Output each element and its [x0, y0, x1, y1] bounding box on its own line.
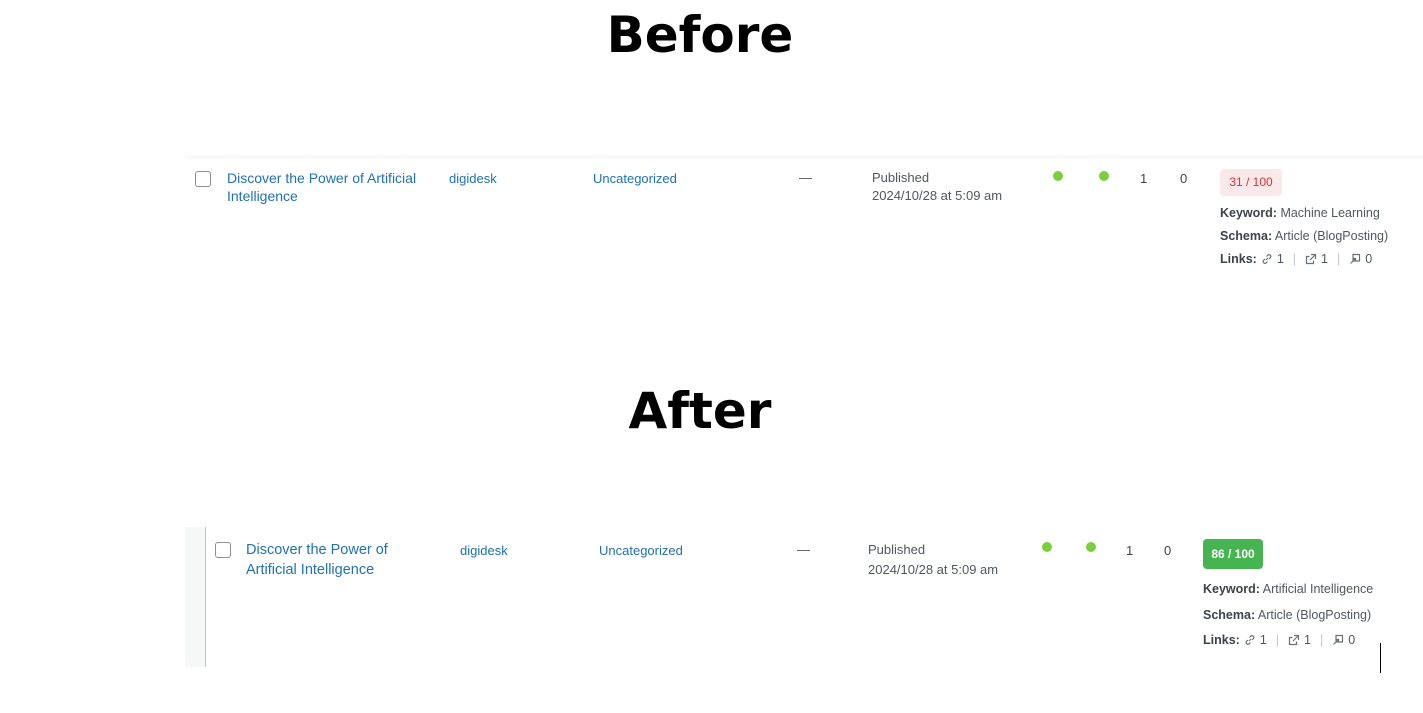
post-status: Published: [868, 542, 926, 557]
category-link[interactable]: Uncategorized: [593, 171, 677, 186]
before-heading: Before: [606, 6, 794, 64]
keyword-value: Machine Learning: [1280, 206, 1380, 220]
post-title-link[interactable]: Discover the Power of Artificial Intelli…: [246, 540, 441, 580]
tags-empty: —: [799, 170, 812, 185]
schema-label: Schema:: [1220, 229, 1273, 243]
separator: |: [1336, 252, 1341, 266]
seo-score-badge[interactable]: 31 / 100: [1220, 169, 1282, 196]
post-date: 2024/10/28 at 5:09 am: [872, 188, 1003, 203]
tags-empty: —: [797, 542, 810, 557]
readability-status-dot: [1086, 542, 1096, 552]
post-row-after: Discover the Power of Artificial Intelli…: [185, 527, 1423, 667]
external-link-icon: [1288, 634, 1300, 646]
post-status: Published: [872, 170, 930, 185]
separator: |: [1319, 633, 1324, 647]
author-link[interactable]: digidesk: [460, 543, 508, 558]
keyword-label: Keyword:: [1220, 206, 1277, 220]
seo-status-dot: [1042, 542, 1052, 552]
incoming-links-count: 0: [1348, 633, 1356, 647]
schema-info: Schema: Article (BlogPosting): [1220, 229, 1388, 243]
category-link[interactable]: Uncategorized: [599, 543, 683, 558]
internal-links-count: 1: [1276, 252, 1284, 266]
schema-info: Schema: Article (BlogPosting): [1203, 608, 1371, 622]
links-label: Links:: [1220, 252, 1257, 266]
separator: |: [1292, 252, 1297, 266]
date-column: Published 2024/10/28 at 5:09 am: [872, 169, 1002, 205]
keyword-label: Keyword:: [1203, 582, 1260, 596]
after-heading: After: [628, 382, 772, 440]
count-2: 0: [1164, 543, 1172, 558]
post-row-before: Discover the Power of Artificial Intelli…: [185, 155, 1423, 277]
incoming-link-icon: [1349, 253, 1361, 265]
focus-keyword: Keyword: Artificial Intelligence: [1203, 582, 1373, 596]
focus-keyword: Keyword: Machine Learning: [1220, 206, 1380, 220]
separator: |: [1275, 633, 1280, 647]
readability-status-dot: [1099, 171, 1109, 181]
row-checkbox[interactable]: [215, 542, 231, 558]
keyword-value: Artificial Intelligence: [1262, 582, 1374, 596]
date-column: Published 2024/10/28 at 5:09 am: [868, 540, 998, 580]
schema-value: Article (BlogPosting): [1257, 608, 1372, 622]
internal-links-count: 1: [1259, 633, 1267, 647]
incoming-link-icon: [1332, 634, 1344, 646]
schema-value: Article (BlogPosting): [1274, 229, 1389, 243]
external-links-count: 1: [1304, 633, 1311, 647]
incoming-links-count: 0: [1365, 252, 1373, 266]
external-link-icon: [1305, 253, 1317, 265]
external-links-count: 1: [1321, 252, 1328, 266]
seo-status-dot: [1053, 171, 1063, 181]
links-label: Links:: [1203, 633, 1240, 647]
links-info: Links: 1 | 1 | 0: [1203, 633, 1355, 647]
links-info: Links: 1 | 1 | 0: [1220, 252, 1372, 266]
author-link[interactable]: digidesk: [449, 171, 497, 186]
count-1: 1: [1126, 543, 1134, 558]
count-1: 1: [1140, 171, 1148, 186]
internal-link-icon: [1244, 634, 1256, 646]
post-title-link[interactable]: Discover the Power of Artificial Intelli…: [227, 169, 427, 205]
internal-link-icon: [1261, 253, 1273, 265]
post-date: 2024/10/28 at 5:09 am: [868, 562, 999, 577]
text-cursor: [1380, 643, 1381, 673]
count-2: 0: [1180, 171, 1188, 186]
row-checkbox[interactable]: [195, 171, 211, 187]
seo-score-badge[interactable]: 86 / 100: [1203, 539, 1263, 569]
schema-label: Schema:: [1203, 608, 1256, 622]
